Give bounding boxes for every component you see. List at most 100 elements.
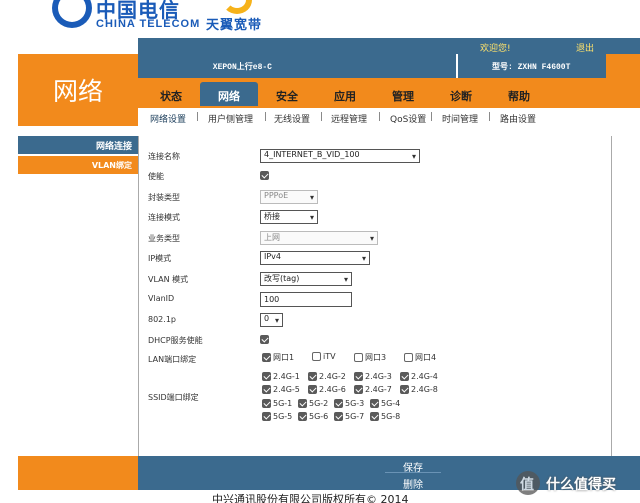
subnav-wireless[interactable]: 无线设置 xyxy=(274,112,310,125)
model-box: 型号: ZXHN F4600T xyxy=(456,54,606,78)
ssid-bind-group: 2.4G-1 2.4G-2 2.4G-3 2.4G-4 2.4G-5 2.4G-… xyxy=(260,372,460,426)
logout-link[interactable]: 退出 xyxy=(576,41,594,54)
conn-name-value: 4_INTERNET_B_VID_100 xyxy=(264,150,360,159)
ssid-checkbox[interactable] xyxy=(262,399,271,408)
lan-port-1-checkbox[interactable] xyxy=(262,353,271,362)
ssid-label: 2.4G-2 xyxy=(319,372,346,381)
device-info: XEPON上行e8-C xyxy=(212,63,272,72)
ssid-24g-2[interactable]: 2.4G-2 xyxy=(308,372,346,382)
ssid-label: 5G-4 xyxy=(381,399,401,408)
subnav-separator: | xyxy=(430,112,434,122)
conn-mode-select[interactable]: 桥接 ▾ xyxy=(260,210,318,224)
ssid-checkbox[interactable] xyxy=(354,385,363,394)
ssid-5g-2[interactable]: 5G-2 xyxy=(298,399,328,409)
ssid-label: 2.4G-3 xyxy=(365,372,392,381)
subnav-remote[interactable]: 远程管理 xyxy=(331,112,367,125)
conn-name-select[interactable]: 4_INTERNET_B_VID_100 ▾ xyxy=(260,149,420,163)
vlan-mode-select[interactable]: 改写(tag) ▾ xyxy=(260,272,352,286)
dot1p-select[interactable]: 0 ▾ xyxy=(260,313,283,327)
ssid-checkbox[interactable] xyxy=(400,385,409,394)
ssid-checkbox[interactable] xyxy=(400,372,409,381)
ssid-label: 5G-1 xyxy=(273,399,293,408)
watermark: 值 什么值得买 xyxy=(516,468,640,500)
ssid-5g-1[interactable]: 5G-1 xyxy=(262,399,292,409)
save-button[interactable]: 保存 xyxy=(385,457,441,474)
tab-management[interactable]: 管理 xyxy=(374,82,432,106)
ssid-5g-5[interactable]: 5G-5 xyxy=(262,412,292,422)
watermark-text: 什么值得买 xyxy=(546,477,616,493)
subnav-separator: | xyxy=(488,112,492,122)
subnav-routing[interactable]: 路由设置 xyxy=(500,112,536,125)
service-label: 业务类型 xyxy=(148,234,180,243)
tab-status[interactable]: 状态 xyxy=(142,82,200,106)
subnav-qos[interactable]: QoS设置 xyxy=(390,112,426,125)
service-select[interactable]: 上网 ▾ xyxy=(260,231,378,245)
device-info-strip: XEPON上行e8-C xyxy=(138,54,456,78)
tab-application[interactable]: 应用 xyxy=(316,82,374,106)
ssid-24g-8[interactable]: 2.4G-8 xyxy=(400,385,438,395)
lan-bind-group: 网口1 iTV 网口3 网口4 xyxy=(260,352,600,366)
row-conn-name: 连接名称 4_INTERNET_B_VID_100 ▾ xyxy=(148,149,420,165)
ssid-label: 2.4G-8 xyxy=(411,385,438,394)
lan-port-4-checkbox[interactable] xyxy=(404,353,413,362)
section-block: 网络 xyxy=(18,54,138,126)
enable-checkbox[interactable] xyxy=(260,171,269,180)
vlan-id-label: VlanID xyxy=(148,294,175,303)
dhcp-checkbox[interactable] xyxy=(260,335,269,344)
row-8021p: 802.1p 0 ▾ xyxy=(148,313,283,329)
ssid-checkbox[interactable] xyxy=(262,385,271,394)
ssid-24g-3[interactable]: 2.4G-3 xyxy=(354,372,392,382)
ssid-24g-5[interactable]: 2.4G-5 xyxy=(262,385,300,395)
lan-port-1[interactable]: 网口1 xyxy=(262,352,294,363)
ssid-24g-1[interactable]: 2.4G-1 xyxy=(262,372,300,382)
sidebar-item-vlan-binding[interactable]: VLAN绑定 xyxy=(18,156,138,174)
row-ssid-bind: SSID端口绑定 2.4G-1 2.4G-2 2.4G-3 2.4G-4 2.4… xyxy=(148,372,608,426)
subnav-user-side[interactable]: 用户侧管理 xyxy=(208,112,253,125)
ssid-checkbox[interactable] xyxy=(334,412,343,421)
ssid-5g-7[interactable]: 5G-7 xyxy=(334,412,364,422)
ssid-24g-7[interactable]: 2.4G-7 xyxy=(354,385,392,395)
tab-security[interactable]: 安全 xyxy=(258,82,316,106)
delete-button[interactable]: 删除 xyxy=(385,474,441,491)
ssid-checkbox[interactable] xyxy=(298,399,307,408)
tab-diagnostics[interactable]: 诊断 xyxy=(432,82,490,106)
row-vlan-mode: VLAN 模式 改写(tag) ▾ xyxy=(148,272,352,288)
lan-port-3-checkbox[interactable] xyxy=(354,353,363,362)
lan-port-3[interactable]: 网口3 xyxy=(354,352,386,363)
main-tabs: 状态 网络 安全 应用 管理 诊断 帮助 xyxy=(138,78,640,108)
vlan-id-input[interactable]: 100 xyxy=(260,292,352,307)
tab-help[interactable]: 帮助 xyxy=(490,82,548,106)
sidebar-item-label: 网络连接 xyxy=(95,142,132,152)
china-telecom-logo-icon xyxy=(52,0,92,28)
ssid-checkbox[interactable] xyxy=(298,412,307,421)
ssid-checkbox[interactable] xyxy=(334,399,343,408)
ssid-checkbox[interactable] xyxy=(354,372,363,381)
lan-port-4-label: 网口4 xyxy=(415,353,437,362)
ssid-checkbox[interactable] xyxy=(262,372,271,381)
tab-network[interactable]: 网络 xyxy=(200,82,258,106)
connection-form: 连接名称 4_INTERNET_B_VID_100 ▾ 使能 封装类型 PPPo… xyxy=(138,136,612,458)
ip-mode-select[interactable]: IPv4 ▾ xyxy=(260,251,370,265)
watermark-badge-icon: 值 xyxy=(516,471,540,495)
sidebar-item-network-connection[interactable]: 网络连接 xyxy=(18,136,138,154)
ssid-24g-4[interactable]: 2.4G-4 xyxy=(400,372,438,382)
ssid-5g-8[interactable]: 5G-8 xyxy=(370,412,400,422)
ssid-checkbox[interactable] xyxy=(370,412,379,421)
ssid-5g-4[interactable]: 5G-4 xyxy=(370,399,400,409)
ssid-5g-6[interactable]: 5G-6 xyxy=(298,412,328,422)
subnav-separator: | xyxy=(264,112,268,122)
sidebar-item-label: VLAN绑定 xyxy=(91,161,132,170)
ssid-checkbox[interactable] xyxy=(308,372,317,381)
encap-select[interactable]: PPPoE ▾ xyxy=(260,190,318,204)
ssid-checkbox[interactable] xyxy=(370,399,379,408)
ssid-24g-6[interactable]: 2.4G-6 xyxy=(308,385,346,395)
lan-port-4[interactable]: 网口4 xyxy=(404,352,436,363)
subnav-separator: | xyxy=(378,112,382,122)
ssid-5g-3[interactable]: 5G-3 xyxy=(334,399,364,409)
subnav-time[interactable]: 时间管理 xyxy=(442,112,478,125)
lan-port-itv[interactable]: iTV xyxy=(312,352,336,362)
ssid-checkbox[interactable] xyxy=(262,412,271,421)
ssid-checkbox[interactable] xyxy=(308,385,317,394)
lan-port-itv-checkbox[interactable] xyxy=(312,352,321,361)
subnav-network-settings[interactable]: 网络设置 xyxy=(150,112,186,125)
